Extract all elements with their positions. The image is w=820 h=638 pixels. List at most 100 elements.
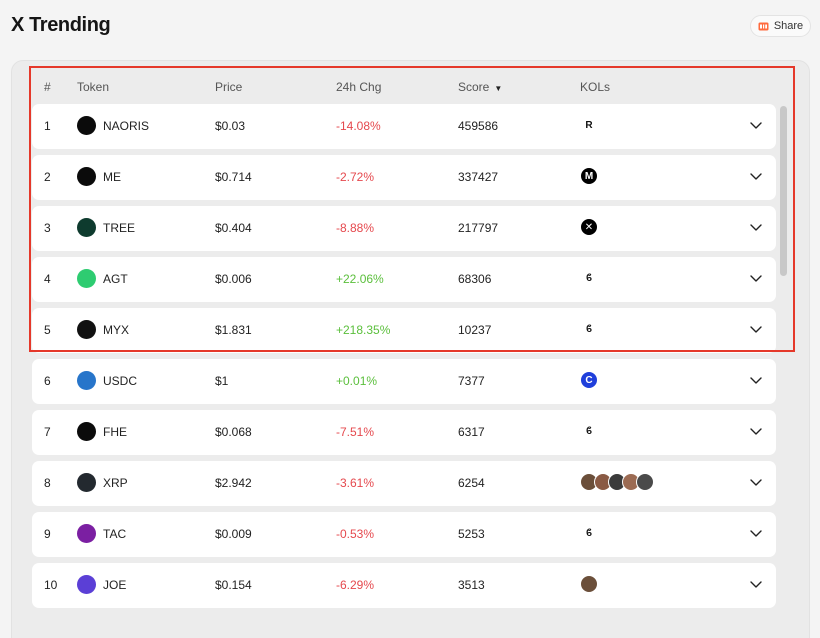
table-row[interactable]: 6 USDC $1 +0.01% 7377 C xyxy=(32,359,776,404)
row-change: -0.53% xyxy=(336,527,375,541)
kol-avatars[interactable]: abcde xyxy=(580,473,654,491)
token-name: NAORIS xyxy=(103,118,150,133)
kol-avatar[interactable]: j xyxy=(580,575,598,593)
table-row[interactable]: 3 TREE $0.404 -8.88% 217797 ✕ xyxy=(32,206,776,251)
kol-avatars[interactable]: ϐ xyxy=(580,269,598,287)
row-price: $0.404 xyxy=(215,221,252,235)
kol-avatars[interactable]: ϐ xyxy=(580,524,598,542)
row-score: 7377 xyxy=(458,374,485,388)
kol-avatars[interactable]: ϐ xyxy=(580,422,598,440)
chevron-down-icon[interactable] xyxy=(748,576,764,592)
chevron-down-icon[interactable] xyxy=(748,372,764,388)
table-row[interactable]: 9 TAC $0.009 -0.53% 5253 ϐ xyxy=(32,512,776,557)
row-score: 6254 xyxy=(458,476,485,490)
token-name: JOE xyxy=(103,577,127,592)
table-row[interactable]: 5 MYX $1.831 +218.35% 10237 ϐ xyxy=(32,308,776,353)
row-rank: 4 xyxy=(44,272,51,286)
table-row[interactable]: 2 ME $0.714 -2.72% 337427 M xyxy=(32,155,776,200)
share-label: Share xyxy=(773,20,804,32)
kol-avatar[interactable]: ϐ xyxy=(580,422,598,440)
token-cell[interactable]: ME xyxy=(77,167,121,186)
kol-avatar[interactable]: M xyxy=(580,167,598,185)
share-button[interactable]: Share xyxy=(750,15,811,37)
table-row[interactable]: 8 XRP $2.942 -3.61% 6254 abcde xyxy=(32,461,776,506)
token-name: MYX xyxy=(103,322,130,337)
token-cell[interactable]: MYX xyxy=(77,320,129,339)
kol-avatar[interactable]: C xyxy=(580,371,598,389)
row-score: 68306 xyxy=(458,272,492,286)
token-name: TAC xyxy=(103,526,127,541)
row-rank: 5 xyxy=(44,323,51,337)
token-cell[interactable]: USDC xyxy=(77,371,137,390)
kol-avatars[interactable]: ϐ xyxy=(580,320,598,338)
token-cell[interactable]: TREE xyxy=(77,218,135,237)
row-score: 6317 xyxy=(458,425,485,439)
row-price: $0.714 xyxy=(215,170,252,184)
table-row[interactable]: 4 AGT $0.006 +22.06% 68306 ϐ xyxy=(32,257,776,302)
row-price: $0.006 xyxy=(215,272,252,286)
kol-avatars[interactable]: M xyxy=(580,167,598,185)
kol-avatar[interactable]: ϐ xyxy=(580,524,598,542)
token-cell[interactable]: TAC xyxy=(77,524,126,543)
token-name: FHE xyxy=(103,424,127,439)
row-change: -7.51% xyxy=(336,425,375,439)
kol-avatar[interactable]: ✕ xyxy=(580,218,598,236)
table-row[interactable]: 10 JOE $0.154 -6.29% 3513 j xyxy=(32,563,776,608)
token-logo-icon xyxy=(77,116,96,135)
token-cell[interactable]: AGT xyxy=(77,269,128,288)
kol-avatars[interactable]: ✕ xyxy=(580,218,598,236)
row-price: $0.154 xyxy=(215,578,252,592)
token-cell[interactable]: NAORIS xyxy=(77,116,149,135)
kol-avatars[interactable]: j xyxy=(580,575,598,593)
token-logo-icon xyxy=(77,575,96,594)
header-rank: # xyxy=(44,80,51,94)
token-logo-icon xyxy=(77,320,96,339)
caret-down-icon: ▼ xyxy=(494,84,503,93)
row-score: 10237 xyxy=(458,323,492,337)
kol-avatar[interactable]: e xyxy=(636,473,654,491)
chevron-down-icon[interactable] xyxy=(748,423,764,439)
chevron-down-icon[interactable] xyxy=(748,321,764,337)
token-cell[interactable]: XRP xyxy=(77,473,128,492)
kol-avatar[interactable]: ϐ xyxy=(580,269,598,287)
row-price: $1.831 xyxy=(215,323,252,337)
row-price: $0.03 xyxy=(215,119,246,133)
row-price: $1 xyxy=(215,374,229,388)
token-logo-icon xyxy=(77,371,96,390)
chevron-down-icon[interactable] xyxy=(748,525,764,541)
row-score: 217797 xyxy=(458,221,499,235)
share-icon xyxy=(758,22,769,31)
token-logo-icon xyxy=(77,473,96,492)
chevron-down-icon[interactable] xyxy=(748,219,764,235)
table-row[interactable]: 7 FHE $0.068 -7.51% 6317 ϐ xyxy=(32,410,776,455)
chevron-down-icon[interactable] xyxy=(748,168,764,184)
scrollbar[interactable] xyxy=(780,106,787,276)
chevron-down-icon[interactable] xyxy=(748,270,764,286)
header-score-sort[interactable]: Score ▼ xyxy=(458,80,502,94)
row-score: 5253 xyxy=(458,527,485,541)
token-logo-icon xyxy=(77,524,96,543)
row-rank: 10 xyxy=(44,578,58,592)
token-name: XRP xyxy=(103,475,128,490)
page-title: X Trending xyxy=(11,14,111,36)
row-change: -8.88% xyxy=(336,221,375,235)
token-logo-icon xyxy=(77,269,96,288)
token-name: TREE xyxy=(103,220,136,235)
chevron-down-icon[interactable] xyxy=(748,117,764,133)
table-row[interactable]: 1 NAORIS $0.03 -14.08% 459586 R xyxy=(32,104,776,149)
row-rank: 7 xyxy=(44,425,51,439)
kol-avatar[interactable]: R xyxy=(580,116,598,134)
row-change: +218.35% xyxy=(336,323,391,337)
header-change: 24h Chg xyxy=(336,80,382,94)
token-cell[interactable]: FHE xyxy=(77,422,127,441)
kol-avatars[interactable]: C xyxy=(580,371,598,389)
row-score: 337427 xyxy=(458,170,499,184)
kol-avatars[interactable]: R xyxy=(580,116,598,134)
row-change: +22.06% xyxy=(336,272,384,286)
token-cell[interactable]: JOE xyxy=(77,575,126,594)
chevron-down-icon[interactable] xyxy=(748,474,764,490)
kol-avatar[interactable]: ϐ xyxy=(580,320,598,338)
row-change: -3.61% xyxy=(336,476,375,490)
header-price: Price xyxy=(215,80,243,94)
row-change: +0.01% xyxy=(336,374,378,388)
